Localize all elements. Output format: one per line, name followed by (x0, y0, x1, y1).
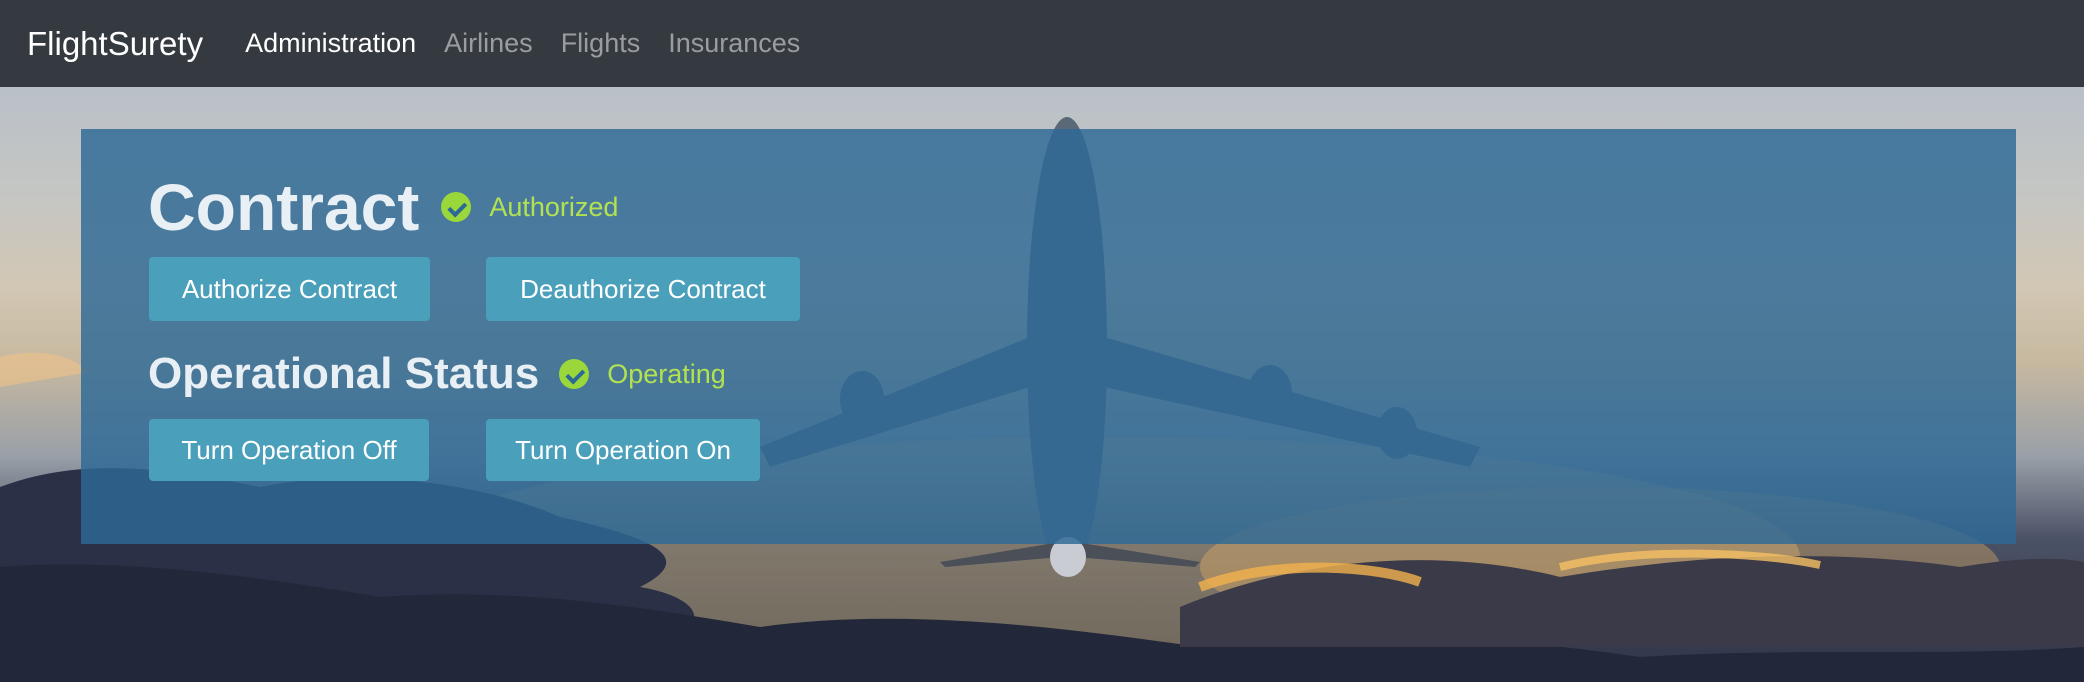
operational-status-text: Operating (607, 358, 726, 389)
operational-status-title: Operational Status (148, 349, 540, 398)
admin-panel: Contract Authorized Authorize Contract D… (81, 129, 2016, 544)
contract-header: Contract Authorized (148, 169, 618, 245)
nav-link-administration[interactable]: Administration (245, 28, 416, 59)
authorize-contract-button[interactable]: Authorize Contract (149, 257, 430, 321)
turn-operation-on-button[interactable]: Turn Operation On (486, 419, 760, 481)
operational-status-header: Operational Status Operating (148, 349, 726, 399)
brand-logo[interactable]: FlightSurety (27, 25, 203, 63)
turn-operation-off-button[interactable]: Turn Operation Off (149, 419, 429, 481)
contract-status-text: Authorized (489, 191, 619, 222)
top-navbar: FlightSurety Administration Airlines Fli… (0, 0, 2084, 87)
deauthorize-contract-button[interactable]: Deauthorize Contract (486, 257, 800, 321)
nav-link-insurances[interactable]: Insurances (668, 28, 800, 59)
nav-link-flights[interactable]: Flights (561, 28, 641, 59)
check-circle-icon (441, 192, 472, 222)
nav-link-airlines[interactable]: Airlines (444, 28, 533, 59)
contract-title: Contract (148, 170, 420, 244)
check-circle-icon (559, 359, 590, 389)
